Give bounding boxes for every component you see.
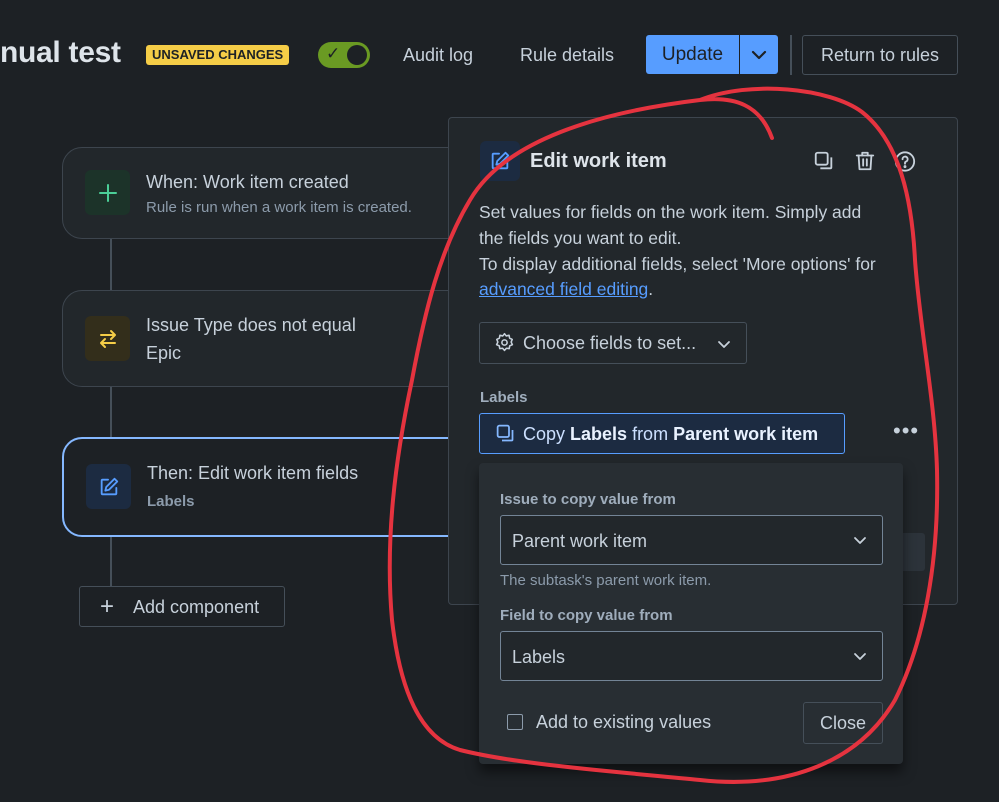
return-to-rules-button[interactable]: Return to rules: [802, 35, 958, 75]
swap-icon: [85, 316, 130, 361]
rule-title: nual test: [0, 36, 121, 69]
panel-description-line: advanced field editing.: [479, 279, 653, 300]
duplicate-button[interactable]: [813, 150, 835, 172]
panel-description-line: Set values for fields on the work item. …: [479, 202, 862, 222]
condition-title: Issue Type does not equal: [146, 315, 356, 335]
more-options-button[interactable]: •••: [893, 418, 919, 444]
pencil-square-icon: [480, 141, 520, 181]
advanced-field-editing-link[interactable]: advanced field editing: [479, 279, 648, 299]
chevron-down-icon: [854, 537, 866, 544]
audit-log-button[interactable]: Audit log: [403, 38, 473, 72]
issue-source-select[interactable]: Parent work item: [500, 515, 883, 565]
field-source-select[interactable]: Labels: [500, 631, 883, 681]
issue-source-helper: The subtask's parent work item.: [500, 572, 712, 589]
chevron-down-icon: [854, 653, 866, 660]
copy-icon: [496, 424, 514, 442]
gear-icon: [495, 332, 514, 352]
chevron-down-icon: [718, 341, 730, 348]
description-period: .: [648, 279, 654, 299]
copy-from-word: from: [627, 424, 674, 444]
toggle-knob: [347, 45, 367, 65]
chevron-down-icon: [751, 50, 767, 60]
trigger-card[interactable]: When: Work item created Rule is run when…: [62, 147, 484, 239]
action-card[interactable]: Then: Edit work item fields Labels: [62, 437, 486, 537]
condition-value: Epic: [146, 343, 182, 363]
plus-icon: [85, 170, 130, 215]
field-to-copy-label: Field to copy value from: [500, 607, 673, 624]
add-to-existing-checkbox[interactable]: [507, 714, 523, 730]
add-component-label: Add component: [133, 597, 260, 617]
action-subtitle: Labels: [147, 493, 195, 510]
condition-card[interactable]: Issue Type does not equal Epic: [62, 290, 484, 387]
close-button[interactable]: Close: [803, 702, 883, 744]
add-to-existing-label[interactable]: Add to existing values: [536, 712, 711, 733]
flow-connector: [110, 535, 112, 587]
flow-connector: [110, 238, 112, 290]
copy-labels-button[interactable]: Copy Labels from Parent work item: [479, 413, 845, 454]
copy-source-name: Parent work item: [673, 424, 819, 444]
choose-fields-label: Choose fields to set...: [523, 333, 697, 353]
field-source-value: Labels: [512, 647, 566, 667]
update-button[interactable]: Update: [646, 35, 739, 74]
unsaved-changes-badge: UNSAVED CHANGES: [146, 45, 290, 65]
rule-details-button[interactable]: Rule details: [520, 38, 614, 72]
copy-field-name: Labels: [570, 424, 628, 444]
action-title: Then: Edit work item fields: [147, 463, 359, 483]
rule-enabled-toggle[interactable]: ✓: [318, 42, 370, 68]
update-dropdown-button[interactable]: [740, 35, 778, 74]
choose-fields-dropdown[interactable]: Choose fields to set...: [479, 322, 747, 364]
check-icon: ✓: [326, 44, 341, 63]
issue-to-copy-label: Issue to copy value from: [500, 491, 676, 508]
delete-button[interactable]: [854, 150, 876, 172]
plus-icon: +: [100, 593, 115, 620]
header-divider: [790, 35, 792, 75]
issue-source-value: Parent work item: [512, 531, 648, 551]
trash-icon: [855, 151, 875, 171]
trigger-subtitle: Rule is run when a work item is created.: [146, 199, 412, 216]
trigger-title: When: Work item created: [146, 172, 349, 192]
copy-prefix: Copy: [523, 424, 571, 444]
panel-title: Edit work item: [530, 150, 667, 172]
flow-connector: [110, 385, 112, 438]
copy-icon: [814, 151, 833, 170]
help-button[interactable]: [894, 150, 916, 172]
add-component-button[interactable]: + Add component: [79, 586, 285, 627]
labels-field-label: Labels: [480, 389, 528, 406]
panel-description-line: the fields you want to edit.: [479, 228, 682, 248]
pencil-square-icon: [86, 464, 131, 509]
help-icon: [894, 150, 916, 172]
panel-description-line: To display additional fields, select 'Mo…: [479, 254, 876, 274]
copy-labels-text: Copy Labels from Parent work item: [523, 424, 818, 445]
